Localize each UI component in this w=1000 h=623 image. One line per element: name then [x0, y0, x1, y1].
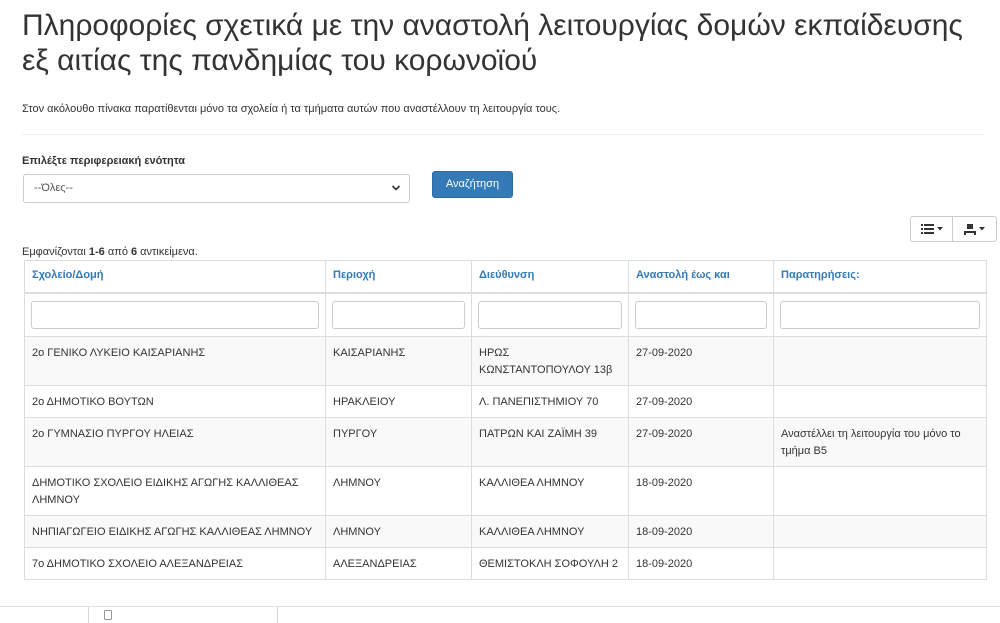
cell-area: ΑΛΕΞΑΝΔΡΕΙΑΣ: [325, 547, 472, 580]
cell-address: ΘΕΜΙΣΤΟΚΛΗ ΣΟΦΟΥΛΗ 2: [471, 547, 629, 580]
filter-input-school[interactable]: [31, 300, 319, 329]
region-label: Επιλέξτε περιφερειακή ενότητα: [22, 155, 186, 167]
region-select[interactable]: --Όλες--: [23, 174, 410, 203]
divider: [22, 134, 984, 135]
cell-notes: [773, 385, 987, 418]
cell-school: 7ο ΔΗΜΟΤΙΚΟ ΣΧΟΛΕΙΟ ΑΛΕΞΑΝΔΡΕΙΑΣ: [24, 547, 326, 580]
cell-area: ΛΗΜΝΟΥ: [325, 466, 472, 516]
cell-area: ΚΑΙΣΑΡΙΑΝΗΣ: [325, 336, 472, 386]
intro-text: Στον ακόλουθο πίνακα παρατίθενται μόνο τ…: [22, 103, 561, 115]
filter-input-address[interactable]: [478, 300, 622, 329]
cell-area: ΛΗΜΝΟΥ: [325, 515, 472, 548]
page: Πληροφορίες σχετικά με την αναστολή λειτ…: [0, 0, 1000, 623]
table-row: 2ο ΓΥΜΝΑΣΙΟ ΠΥΡΓΟΥ ΗΛΕΙΑΣ ΠΥΡΓΟΥ ΠΑΤΡΩΝ …: [24, 417, 987, 467]
columns-toggle-button[interactable]: [910, 216, 953, 242]
search-button[interactable]: Αναζήτηση: [432, 171, 513, 198]
list-icon: [920, 224, 934, 234]
bottom-bar: [0, 606, 1000, 623]
page-title: Πληροφορίες σχετικά με την αναστολή λειτ…: [22, 9, 963, 77]
filter-input-suspension-until[interactable]: [635, 300, 767, 329]
summary-middle: από: [104, 246, 131, 258]
cell-address: ΗΡΩΣ ΚΩΝΣΤΑΝΤΟΠΟΥΛΟΥ 13β: [471, 336, 629, 386]
table-row: 2ο ΔΗΜΟΤΙΚΟ ΒΟΥΤΩΝ ΗΡΑΚΛΕΙΟΥ Λ. ΠΑΝΕΠΙΣΤ…: [24, 385, 987, 418]
bottom-tab[interactable]: [88, 607, 278, 623]
cell-school: 2ο ΓΕΝΙΚΟ ΛΥΚΕΙΟ ΚΑΙΣΑΡΙΑΝΗΣ: [24, 336, 326, 386]
document-icon: [104, 610, 112, 620]
filter-row: [24, 292, 987, 337]
cell-suspension-until: 27-09-2020: [628, 385, 774, 418]
cell-school: 2ο ΔΗΜΟΤΙΚΟ ΒΟΥΤΩΝ: [24, 385, 326, 418]
cell-notes: [773, 466, 987, 516]
cell-school: ΔΗΜΟΤΙΚΟ ΣΧΟΛΕΙΟ ΕΙΔΙΚΗΣ ΑΓΩΓΗΣ ΚΑΛΛΙΘΕΑ…: [24, 466, 326, 516]
cell-suspension-until: 18-09-2020: [628, 547, 774, 580]
column-header-address[interactable]: Διεύθυνση: [471, 260, 629, 294]
chevron-down-icon: [391, 185, 401, 191]
cell-area: ΠΥΡΓΟΥ: [325, 417, 472, 467]
filter-input-area[interactable]: [332, 300, 465, 329]
filter-input-notes[interactable]: [780, 300, 980, 329]
grid-toolbar: [910, 216, 997, 242]
cell-school: 2ο ΓΥΜΝΑΣΙΟ ΠΥΡΓΟΥ ΗΛΕΙΑΣ: [24, 417, 326, 467]
cell-notes: Αναστέλλει τη λειτουργία του μόνο το τμή…: [773, 417, 987, 467]
column-header-school[interactable]: Σχολείο/Δομή: [24, 260, 326, 294]
column-header-area[interactable]: Περιοχή: [325, 260, 472, 294]
table-row: 7ο ΔΗΜΟΤΙΚΟ ΣΧΟΛΕΙΟ ΑΛΕΞΑΝΔΡΕΙΑΣ ΑΛΕΞΑΝΔ…: [24, 547, 987, 580]
caret-down-icon: [936, 227, 943, 231]
results-table: Σχολείο/Δομή Περιοχή Διεύθυνση Αναστολή …: [24, 260, 987, 580]
cell-area: ΗΡΑΚΛΕΙΟΥ: [325, 385, 472, 418]
cell-address: ΚΑΛΛΙΘΕΑ ΛΗΜΝΟΥ: [471, 466, 629, 516]
table-row: 2ο ΓΕΝΙΚΟ ΛΥΚΕΙΟ ΚΑΙΣΑΡΙΑΝΗΣ ΚΑΙΣΑΡΙΑΝΗΣ…: [24, 336, 987, 386]
summary-prefix: Εμφανίζονται: [22, 246, 89, 258]
cell-suspension-until: 18-09-2020: [628, 515, 774, 548]
column-header-notes[interactable]: Παρατηρήσεις:: [773, 260, 987, 294]
cell-address: Λ. ΠΑΝΕΠΙΣΤΗΜΙΟΥ 70: [471, 385, 629, 418]
header-row: Σχολείο/Δομή Περιοχή Διεύθυνση Αναστολή …: [24, 260, 987, 294]
cell-notes: [773, 515, 987, 548]
results-summary: Εμφανίζονται 1-6 από 6 αντικείμενα.: [22, 246, 198, 258]
export-icon: [964, 223, 976, 235]
cell-suspension-until: 18-09-2020: [628, 466, 774, 516]
table-row: ΝΗΠΙΑΓΩΓΕΙΟ ΕΙΔΙΚΗΣ ΑΓΩΓΗΣ ΚΑΛΛΙΘΕΑΣ ΛΗΜ…: [24, 515, 987, 548]
cell-suspension-until: 27-09-2020: [628, 336, 774, 386]
column-header-suspension-until[interactable]: Αναστολή έως και: [628, 260, 774, 294]
summary-range: 1-6: [88, 246, 105, 258]
cell-notes: [773, 336, 987, 386]
cell-address: ΚΑΛΛΙΘΕΑ ΛΗΜΝΟΥ: [471, 515, 629, 548]
caret-down-icon: [979, 227, 985, 231]
table-row: ΔΗΜΟΤΙΚΟ ΣΧΟΛΕΙΟ ΕΙΔΙΚΗΣ ΑΓΩΓΗΣ ΚΑΛΛΙΘΕΑ…: [24, 466, 987, 516]
cell-school: ΝΗΠΙΑΓΩΓΕΙΟ ΕΙΔΙΚΗΣ ΑΓΩΓΗΣ ΚΑΛΛΙΘΕΑΣ ΛΗΜ…: [24, 515, 326, 548]
cell-notes: [773, 547, 987, 580]
region-select-value: --Όλες--: [34, 182, 73, 194]
summary-suffix: αντικείμενα.: [137, 246, 198, 258]
cell-address: ΠΑΤΡΩΝ ΚΑΙ ΖΑΪΜΗ 39: [471, 417, 629, 467]
export-button[interactable]: [953, 216, 997, 242]
cell-suspension-until: 27-09-2020: [628, 417, 774, 467]
